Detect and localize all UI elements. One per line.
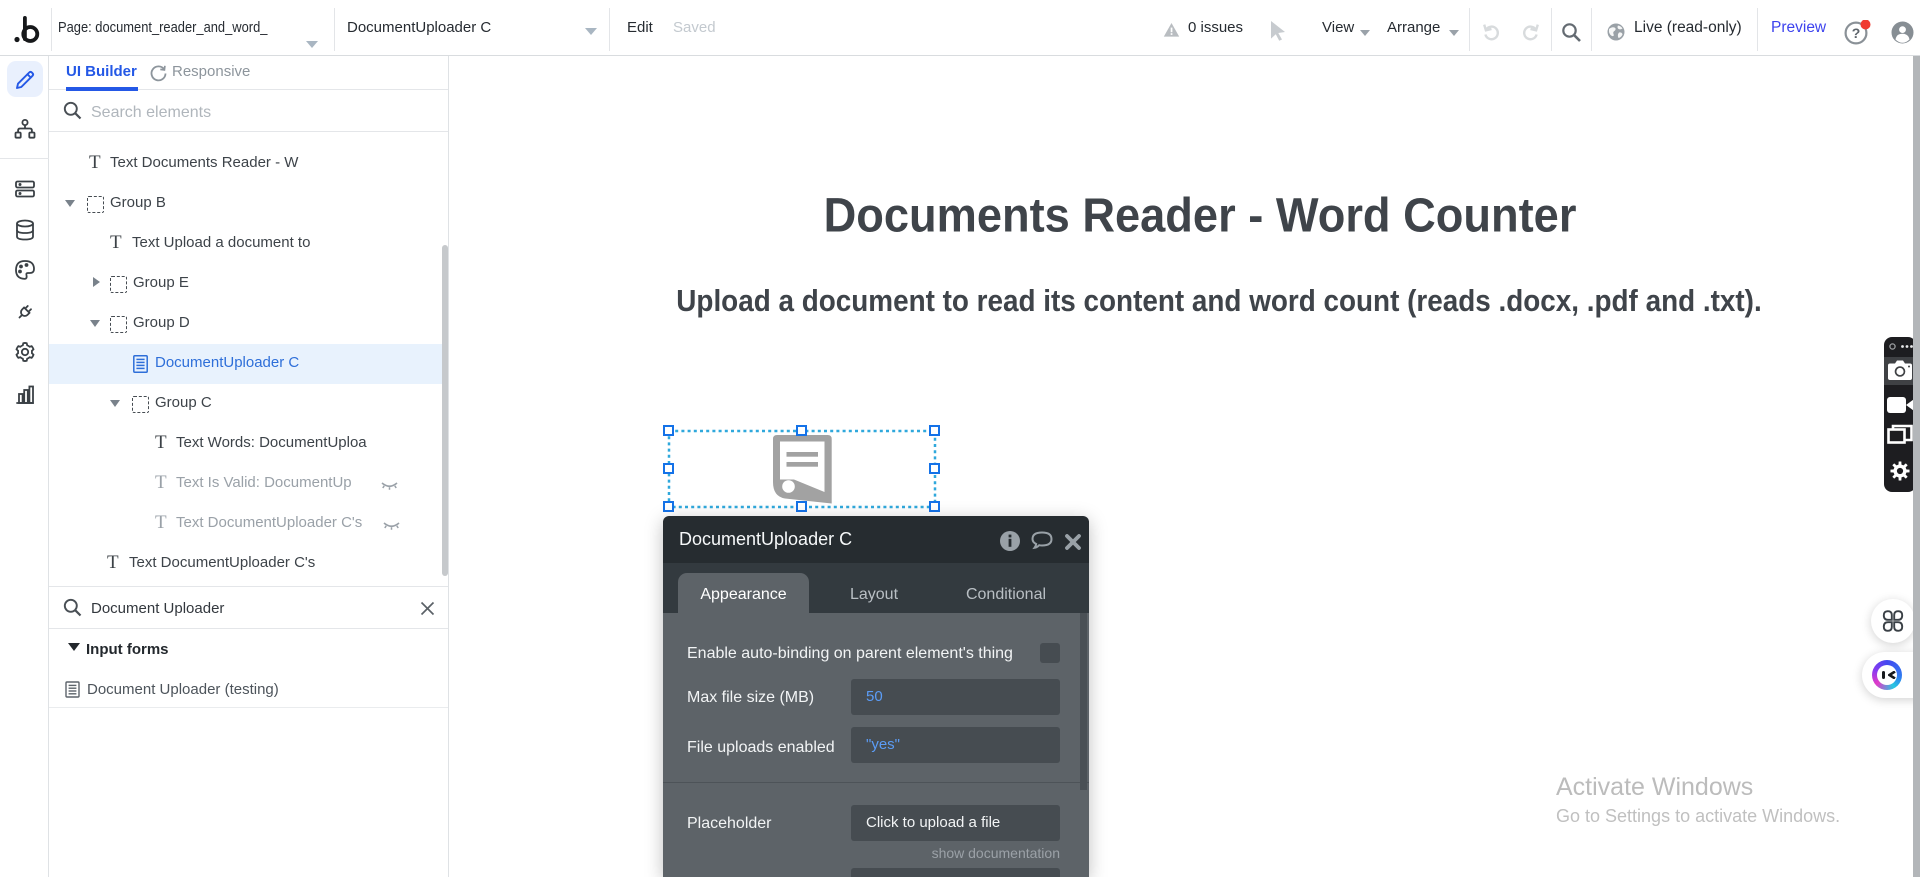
svg-text:?: ? (1852, 25, 1861, 41)
